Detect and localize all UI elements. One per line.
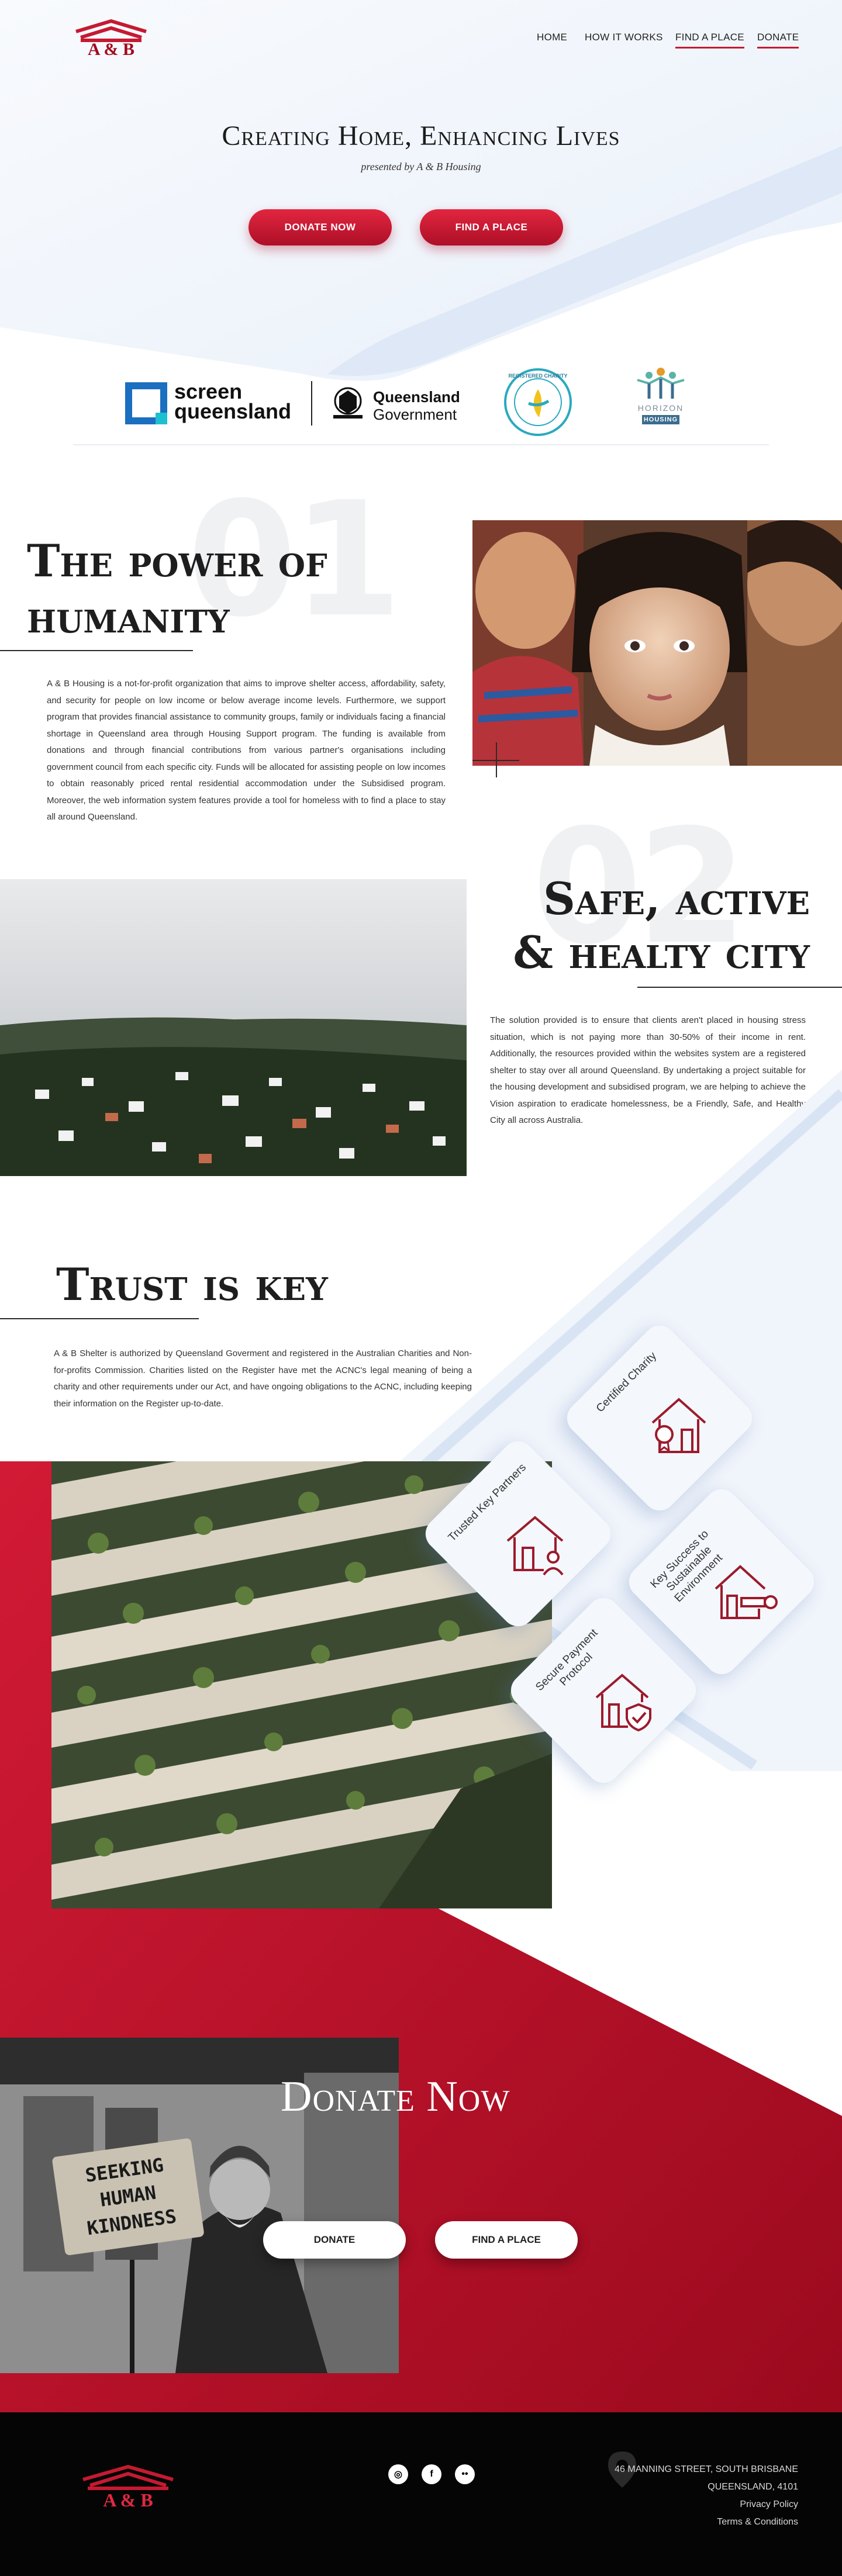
house-shield-icon (595, 1673, 651, 1732)
logo-divider (311, 381, 312, 426)
card-trusted-key-partners[interactable]: Trusted Key Partners (419, 1434, 617, 1633)
footer-address-1: 46 MANNING STREET, SOUTH BRISBANE (615, 2464, 798, 2474)
photo-corner-line-v (496, 742, 497, 777)
section1-title-line1: The power of (27, 535, 327, 587)
screen-queensland-mark-icon (125, 382, 167, 424)
qld-logo-text-1: Queensland (373, 388, 460, 406)
section1-body: A & B Housing is a not-for-profit organi… (47, 679, 446, 822)
queensland-government-logo: Queensland Government (327, 381, 462, 428)
svg-text:REGISTERED CHARITY: REGISTERED CHARITY (508, 373, 567, 379)
partners-divider (73, 444, 769, 445)
horizon-figures-icon (637, 368, 685, 399)
nav-how-it-works[interactable]: HOW IT WORKS (585, 32, 663, 43)
instagram-icon[interactable]: ◎ (388, 2464, 408, 2484)
donate-button[interactable]: DONATE (263, 2221, 406, 2259)
queensland-crest-icon (333, 387, 363, 419)
horizon-text-2: HOUSING (642, 415, 679, 424)
section1-title-line2: humanity (27, 591, 230, 643)
footer-address-2: QUEENSLAND, 4101 (708, 2482, 798, 2492)
house-key-icon (715, 1565, 778, 1619)
qld-logo-text-2: Government (373, 406, 457, 423)
horizon-housing-logo: HORIZON HOUSING (617, 366, 705, 430)
hero-title: Creating Home, Enhancing Lives (222, 120, 620, 151)
section3-rule (0, 1318, 199, 1319)
terms-link[interactable]: Terms & Conditions (717, 2517, 798, 2527)
find-a-place-bottom-button[interactable]: FIND A PLACE (435, 2221, 578, 2259)
section2-rule (637, 987, 842, 988)
facebook-icon[interactable]: f (422, 2464, 441, 2484)
svg-text:A & B: A & B (88, 40, 134, 57)
find-a-place-button[interactable]: FIND A PLACE (420, 209, 563, 246)
hero-subtitle: presented by A & B Housing (361, 161, 481, 172)
registered-charity-badge: REGISTERED CHARITY (504, 368, 572, 436)
donate-title: Donate Now (281, 2073, 510, 2121)
nav-find-a-place[interactable]: FIND A PLACE (675, 32, 744, 49)
house-badge-icon (651, 1398, 706, 1453)
nav-home[interactable]: HOME (537, 32, 567, 43)
card-secure-payment-protocol[interactable]: Secure Payment Protocol (504, 1591, 703, 1790)
children-photo (472, 520, 842, 766)
footer-logo[interactable]: A & B (78, 2462, 178, 2509)
brand-logo[interactable]: A & B (70, 16, 152, 57)
section3-title: Trust is key (56, 1258, 328, 1311)
svg-text:A & B: A & B (103, 2489, 153, 2509)
nav-donate[interactable]: DONATE (757, 32, 799, 49)
donate-now-button[interactable]: DONATE NOW (249, 209, 392, 246)
screen-logo-text-2: queensland (174, 399, 292, 423)
privacy-policy-link[interactable]: Privacy Policy (740, 2499, 798, 2510)
house-person-icon (506, 1516, 564, 1576)
screen-queensland-logo: screen queensland (123, 380, 298, 427)
flickr-icon[interactable]: •• (455, 2464, 475, 2484)
card-certified-charity[interactable]: Certified Charity (560, 1319, 759, 1517)
horizon-text-1: HORIZON (637, 403, 684, 413)
section1-rule (0, 650, 193, 651)
